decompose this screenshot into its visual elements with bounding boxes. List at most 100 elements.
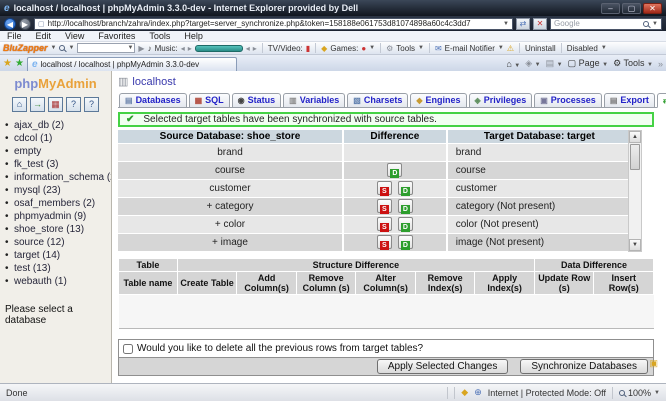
- menu-item-view[interactable]: View: [58, 31, 91, 41]
- data-diff-button[interactable]: D: [398, 235, 413, 249]
- database-item[interactable]: ajax_db (2): [14, 119, 111, 132]
- menu-item-edit[interactable]: Edit: [29, 31, 59, 41]
- favorites-star-icon[interactable]: ★: [3, 57, 12, 71]
- forward-button[interactable]: ▶: [19, 18, 31, 30]
- games-label[interactable]: Games:: [330, 44, 358, 53]
- scroll-down-icon[interactable]: ▼: [629, 239, 641, 251]
- close-button[interactable]: ✕: [643, 3, 662, 14]
- bluzapper-dropdown-icon[interactable]: ▼: [51, 45, 57, 51]
- zoom-dropdown-icon[interactable]: ▼: [654, 390, 660, 396]
- volume-up-icon[interactable]: ▸: [253, 44, 257, 53]
- email-dropdown-icon[interactable]: ▼: [498, 45, 504, 51]
- play-icon[interactable]: ▶: [138, 44, 144, 53]
- stop-button[interactable]: ✕: [533, 18, 547, 30]
- database-item[interactable]: cdcol (1): [14, 132, 111, 145]
- prev-track-icon[interactable]: ◂: [181, 44, 185, 53]
- toolbar-tools-label[interactable]: Tools: [396, 44, 415, 53]
- minimize-button[interactable]: –: [601, 3, 620, 14]
- tab-synchronize[interactable]: ⇄Synchronize: [657, 93, 666, 108]
- synchronize-databases-button[interactable]: Synchronize Databases: [520, 359, 648, 374]
- apply-selected-changes-button[interactable]: Apply Selected Changes: [377, 359, 509, 374]
- tv-video-icon[interactable]: ▮: [306, 44, 310, 53]
- logout-icon[interactable]: →: [30, 97, 45, 112]
- tab-databases[interactable]: ▤Databases: [119, 93, 187, 107]
- feeds-button[interactable]: ◈ ▼: [525, 58, 540, 69]
- tab-engines[interactable]: ◆Engines: [410, 93, 466, 107]
- games-dropdown-icon[interactable]: ▼: [369, 45, 375, 51]
- tab-privileges[interactable]: ◈Privileges: [469, 93, 533, 107]
- home-icon[interactable]: ⌂: [12, 97, 27, 112]
- menu-item-help[interactable]: Help: [177, 31, 210, 41]
- tab-favicon: e: [32, 59, 38, 70]
- url-dropdown-icon[interactable]: ▼: [503, 21, 509, 27]
- database-item[interactable]: fk_test (3): [14, 158, 111, 171]
- tab-export[interactable]: ▤Export: [604, 93, 655, 107]
- page-button[interactable]: ▢ Page ▼: [568, 58, 609, 69]
- structure-diff-button[interactable]: S: [377, 235, 392, 249]
- toolbar-overflow-icon[interactable]: »: [658, 59, 663, 69]
- search-box[interactable]: Google ▼: [550, 18, 662, 30]
- sync-scrollbar[interactable]: ▲ ▼: [628, 130, 642, 252]
- back-button[interactable]: ◀: [4, 18, 16, 30]
- database-item[interactable]: test (13): [14, 262, 111, 275]
- new-window-icon[interactable]: ▣: [649, 358, 658, 369]
- pma-logo[interactable]: phpMyAdmin: [0, 76, 111, 91]
- tab-status[interactable]: ◉Status: [232, 93, 282, 107]
- print-button[interactable]: ▤ ▼: [546, 58, 563, 69]
- refresh-button[interactable]: ⇄: [516, 18, 530, 30]
- database-item[interactable]: empty: [14, 145, 111, 158]
- delete-rows-checkbox[interactable]: [123, 344, 133, 354]
- database-item[interactable]: osaf_members (2): [14, 197, 111, 210]
- menu-item-tools[interactable]: Tools: [142, 31, 177, 41]
- structure-diff-button[interactable]: S: [377, 181, 392, 195]
- pma-docs-icon[interactable]: ?: [66, 97, 81, 112]
- data-diff-button[interactable]: D: [387, 163, 402, 177]
- disabled-label[interactable]: Disabled: [567, 44, 598, 53]
- database-item[interactable]: webauth (1): [14, 275, 111, 288]
- search-icon[interactable]: [643, 21, 649, 27]
- browser-tab[interactable]: e localhost / localhost | phpMyAdmin 3.3…: [27, 57, 237, 71]
- structure-diff-button[interactable]: S: [377, 217, 392, 231]
- scroll-up-icon[interactable]: ▲: [629, 131, 641, 143]
- database-item[interactable]: target (14): [14, 249, 111, 262]
- database-item[interactable]: shoe_store (13): [14, 223, 111, 236]
- ie-tools-button[interactable]: ⚙ Tools ▼: [613, 58, 653, 69]
- maximize-button[interactable]: ▢: [622, 3, 641, 14]
- sql-window-icon[interactable]: ▦: [48, 97, 63, 112]
- mysql-docs-icon[interactable]: ?: [84, 97, 99, 112]
- tv-video-label[interactable]: TV/Video:: [268, 44, 303, 53]
- volume-down-icon[interactable]: ◂: [246, 44, 250, 53]
- database-item[interactable]: mysql (23): [14, 184, 111, 197]
- add-favorite-icon[interactable]: ★: [15, 57, 24, 71]
- tab-processes[interactable]: ▣Processes: [534, 93, 602, 107]
- database-item[interactable]: information_schema (28): [14, 171, 111, 184]
- tab-charsets[interactable]: ▧Charsets: [347, 93, 408, 107]
- uninstall-label[interactable]: Uninstall: [525, 44, 556, 53]
- menu-item-file[interactable]: File: [0, 31, 29, 41]
- music-progress-slider[interactable]: [195, 45, 243, 52]
- delete-rows-label: Would you like to delete all the previou…: [137, 343, 423, 354]
- data-diff-button[interactable]: D: [398, 181, 413, 195]
- data-diff-button[interactable]: D: [398, 199, 413, 213]
- tab-sql[interactable]: ▦SQL: [189, 93, 230, 107]
- structure-diff-button[interactable]: S: [377, 199, 392, 213]
- toolbar-search-dropdown-icon[interactable]: ▼: [68, 45, 74, 51]
- database-item[interactable]: phpmyadmin (9): [14, 210, 111, 223]
- url-field[interactable]: ▢ http://localhost/branch/zahra/index.ph…: [34, 18, 513, 30]
- data-diff-button[interactable]: D: [398, 217, 413, 231]
- tab-variables[interactable]: ▥Variables: [283, 93, 345, 107]
- toolbar-combobox[interactable]: ▼: [77, 43, 135, 53]
- menu-item-favorites[interactable]: Favorites: [91, 31, 142, 41]
- tools-dropdown-icon[interactable]: ▼: [418, 45, 424, 51]
- search-dropdown-icon[interactable]: ▼: [652, 21, 658, 27]
- game-die-icon[interactable]: ●: [361, 44, 366, 53]
- zoom-control[interactable]: 100% ▼: [619, 388, 660, 398]
- next-track-icon[interactable]: ▸: [188, 44, 192, 53]
- email-notifier-label[interactable]: E-mail Notifier: [445, 44, 495, 53]
- database-item[interactable]: source (12): [14, 236, 111, 249]
- toolbar-search-icon[interactable]: [59, 45, 65, 51]
- bluzapper-logo[interactable]: BluZapper: [3, 43, 48, 53]
- disabled-dropdown-icon[interactable]: ▼: [601, 45, 607, 51]
- scroll-thumb[interactable]: [630, 144, 640, 170]
- home-button[interactable]: ⌂ ▼: [506, 59, 520, 69]
